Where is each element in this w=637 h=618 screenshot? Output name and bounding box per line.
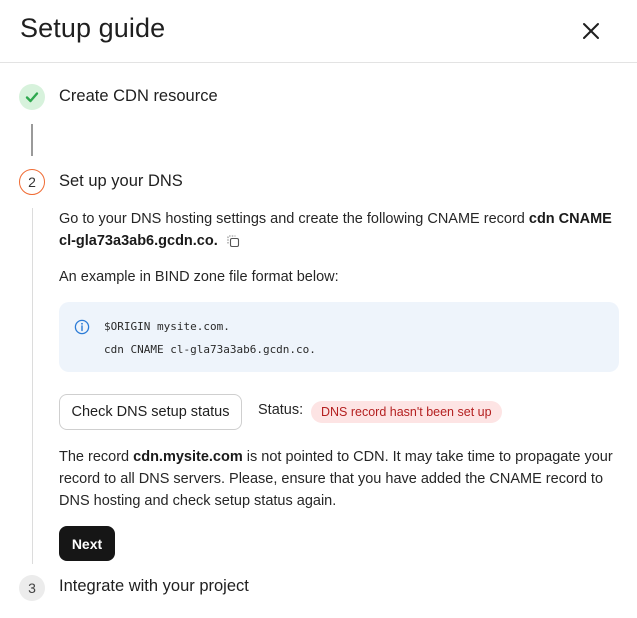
step-2-rail (32, 208, 33, 564)
dns-instruction: Go to your DNS hosting settings and crea… (59, 208, 629, 255)
copy-button[interactable] (226, 233, 240, 255)
next-button[interactable]: Next (59, 526, 115, 561)
code-line: $ORIGIN mysite.com. (104, 320, 230, 333)
step-connector (31, 124, 33, 156)
page-title: Setup guide (20, 13, 166, 43)
step-2-indicator: 2 (19, 169, 45, 195)
step-2-title[interactable]: Set up your DNS (59, 172, 183, 191)
dns-instruction-text: Go to your DNS hosting settings and crea… (59, 211, 529, 227)
code-line: cdn CNAME cl-gla73a3ab6.gcdn.co. (104, 343, 316, 356)
step-1-indicator (19, 84, 45, 110)
code-example: $ORIGIN mysite.com. cdn CNAME cl-gla73a3… (59, 302, 619, 372)
status-message-prefix: The record (59, 449, 134, 465)
close-icon (583, 23, 599, 39)
checkmark-icon (25, 92, 39, 103)
copy-icon (227, 235, 239, 248)
example-label: An example in BIND zone file format belo… (59, 269, 339, 285)
record-domain: cdn.mysite.com (133, 449, 243, 465)
step-3-indicator: 3 (19, 575, 45, 601)
status-badge: DNS record hasn't been set up (311, 401, 502, 423)
step-1-title[interactable]: Create CDN resource (59, 87, 218, 106)
info-icon (74, 319, 90, 335)
close-button[interactable] (576, 16, 606, 46)
check-dns-status-button[interactable]: Check DNS setup status (59, 394, 242, 430)
header: Setup guide (0, 0, 637, 63)
status-label: Status: (258, 402, 304, 418)
step-3-title[interactable]: Integrate with your project (59, 577, 249, 596)
status-message: The record cdn.mysite.com is not pointed… (59, 446, 629, 512)
